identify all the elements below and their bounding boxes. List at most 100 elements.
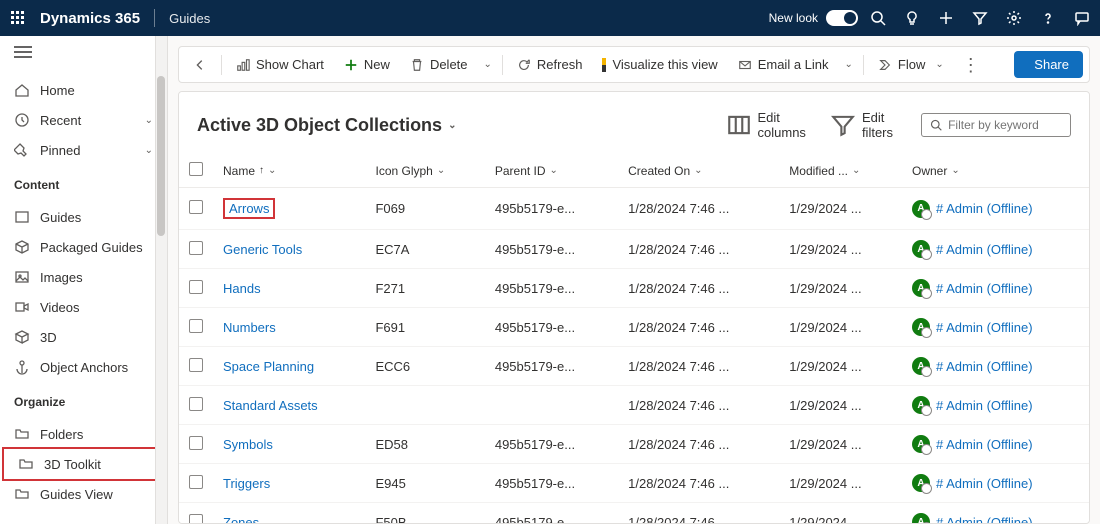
record-link[interactable]: Generic Tools: [223, 242, 302, 257]
email-split[interactable]: ⌄: [841, 54, 857, 75]
col-owner[interactable]: Owner ⌄: [902, 154, 1089, 188]
row-checkbox[interactable]: [189, 397, 203, 411]
owner-cell[interactable]: A# Admin (Offline): [912, 200, 1079, 218]
row-checkbox[interactable]: [189, 200, 203, 214]
hamburger-icon[interactable]: [14, 46, 32, 58]
record-link[interactable]: Arrows: [223, 198, 275, 219]
row-checkbox[interactable]: [189, 475, 203, 489]
nav-3d[interactable]: 3D: [0, 322, 167, 352]
owner-link[interactable]: # Admin (Offline): [936, 476, 1033, 491]
app-launcher-icon[interactable]: [10, 10, 26, 26]
nav-scrollbar-thumb[interactable]: [157, 76, 165, 236]
table-row[interactable]: Generic Tools EC7A 495b5179-e... 1/28/20…: [179, 230, 1089, 269]
col-name[interactable]: Name ↑ ⌄: [213, 154, 365, 188]
view-title[interactable]: Active 3D Object Collections⌄: [197, 115, 456, 136]
owner-link[interactable]: # Admin (Offline): [936, 437, 1033, 452]
lightbulb-icon[interactable]: [904, 10, 920, 26]
table-row[interactable]: Symbols ED58 495b5179-e... 1/28/2024 7:4…: [179, 425, 1089, 464]
nav-recent[interactable]: Recent ⌄: [0, 105, 167, 135]
owner-cell[interactable]: A# Admin (Offline): [912, 240, 1079, 258]
search-icon[interactable]: [870, 10, 886, 26]
record-link[interactable]: Hands: [223, 281, 261, 296]
flow-button[interactable]: Flow⌄: [870, 52, 952, 77]
owner-link[interactable]: # Admin (Offline): [936, 320, 1033, 335]
nav-folders[interactable]: Folders: [0, 419, 167, 449]
edit-columns-button[interactable]: Edit columns: [720, 106, 812, 144]
back-button[interactable]: [185, 53, 215, 77]
nav-3d-toolkit[interactable]: 3D Toolkit: [4, 449, 161, 479]
row-checkbox[interactable]: [189, 436, 203, 450]
table-row[interactable]: Space Planning ECC6 495b5179-e... 1/28/2…: [179, 347, 1089, 386]
cell-parent: [485, 386, 618, 425]
table-row[interactable]: Zones F50B 495b5179-e... 1/28/2024 7:46 …: [179, 503, 1089, 524]
gear-icon[interactable]: [1006, 10, 1022, 26]
cell-icon: EC7A: [365, 230, 484, 269]
col-modified[interactable]: Modified ... ⌄: [779, 154, 902, 188]
col-created[interactable]: Created On ⌄: [618, 154, 779, 188]
nav-guides-view[interactable]: Guides View: [0, 479, 167, 509]
table-row[interactable]: Numbers F691 495b5179-e... 1/28/2024 7:4…: [179, 308, 1089, 347]
app-name[interactable]: Guides: [169, 11, 210, 26]
refresh-button[interactable]: Refresh: [509, 52, 591, 77]
nav-images[interactable]: Images: [0, 262, 167, 292]
nav-home[interactable]: Home: [0, 75, 167, 105]
row-checkbox[interactable]: [189, 241, 203, 255]
owner-link[interactable]: # Admin (Offline): [936, 398, 1033, 413]
record-link[interactable]: Triggers: [223, 476, 270, 491]
owner-link[interactable]: # Admin (Offline): [936, 515, 1033, 524]
record-link[interactable]: Space Planning: [223, 359, 314, 374]
row-checkbox[interactable]: [189, 319, 203, 333]
filter-keyword-box[interactable]: [921, 113, 1071, 137]
owner-cell[interactable]: A# Admin (Offline): [912, 279, 1079, 297]
email-link-button[interactable]: Email a Link: [730, 52, 837, 77]
owner-link[interactable]: # Admin (Offline): [936, 242, 1033, 257]
nav-guides[interactable]: Guides: [0, 202, 167, 232]
table-row[interactable]: Triggers E945 495b5179-e... 1/28/2024 7:…: [179, 464, 1089, 503]
delete-label: Delete: [430, 57, 468, 72]
delete-split[interactable]: ⌄: [480, 54, 496, 75]
table-row[interactable]: Standard Assets 1/28/2024 7:46 ... 1/29/…: [179, 386, 1089, 425]
owner-cell[interactable]: A# Admin (Offline): [912, 513, 1079, 524]
owner-link[interactable]: # Admin (Offline): [936, 281, 1033, 296]
row-checkbox[interactable]: [189, 514, 203, 524]
nav-videos[interactable]: Videos: [0, 292, 167, 322]
filter-icon[interactable]: [972, 10, 988, 26]
nav-guides-label: Guides: [40, 210, 81, 225]
nav-packaged[interactable]: Packaged Guides: [0, 232, 167, 262]
record-link[interactable]: Symbols: [223, 437, 273, 452]
toggle-icon[interactable]: [826, 10, 858, 26]
share-button[interactable]: Share: [1014, 51, 1083, 78]
add-icon[interactable]: [938, 10, 954, 26]
select-all-checkbox[interactable]: [189, 162, 203, 176]
owner-link[interactable]: # Admin (Offline): [936, 359, 1033, 374]
record-link[interactable]: Zones: [223, 515, 259, 524]
show-chart-button[interactable]: Show Chart: [228, 52, 332, 77]
more-commands-button[interactable]: ⋮: [956, 58, 986, 72]
cell-icon: E945: [365, 464, 484, 503]
owner-cell[interactable]: A# Admin (Offline): [912, 318, 1079, 336]
chat-icon[interactable]: [1074, 10, 1090, 26]
record-link[interactable]: Standard Assets: [223, 398, 318, 413]
owner-cell[interactable]: A# Admin (Offline): [912, 474, 1079, 492]
help-icon[interactable]: [1040, 10, 1056, 26]
visualize-button[interactable]: Visualize this view: [594, 52, 725, 77]
col-parent[interactable]: Parent ID ⌄: [485, 154, 618, 188]
table-row[interactable]: Hands F271 495b5179-e... 1/28/2024 7:46 …: [179, 269, 1089, 308]
brand-title[interactable]: Dynamics 365: [40, 10, 140, 27]
new-look-toggle[interactable]: New look: [769, 10, 858, 26]
record-link[interactable]: Numbers: [223, 320, 276, 335]
row-checkbox[interactable]: [189, 358, 203, 372]
delete-button[interactable]: Delete: [402, 52, 476, 77]
nav-pinned[interactable]: Pinned ⌄: [0, 135, 167, 165]
owner-cell[interactable]: A# Admin (Offline): [912, 357, 1079, 375]
col-icon[interactable]: Icon Glyph ⌄: [365, 154, 484, 188]
row-checkbox[interactable]: [189, 280, 203, 294]
owner-link[interactable]: # Admin (Offline): [936, 201, 1033, 216]
owner-cell[interactable]: A# Admin (Offline): [912, 396, 1079, 414]
new-button[interactable]: New: [336, 52, 398, 77]
nav-anchors[interactable]: Object Anchors: [0, 352, 167, 382]
table-row[interactable]: Arrows F069 495b5179-e... 1/28/2024 7:46…: [179, 188, 1089, 230]
edit-filters-button[interactable]: Edit filters: [824, 106, 899, 144]
filter-input[interactable]: [948, 118, 1062, 132]
owner-cell[interactable]: A# Admin (Offline): [912, 435, 1079, 453]
